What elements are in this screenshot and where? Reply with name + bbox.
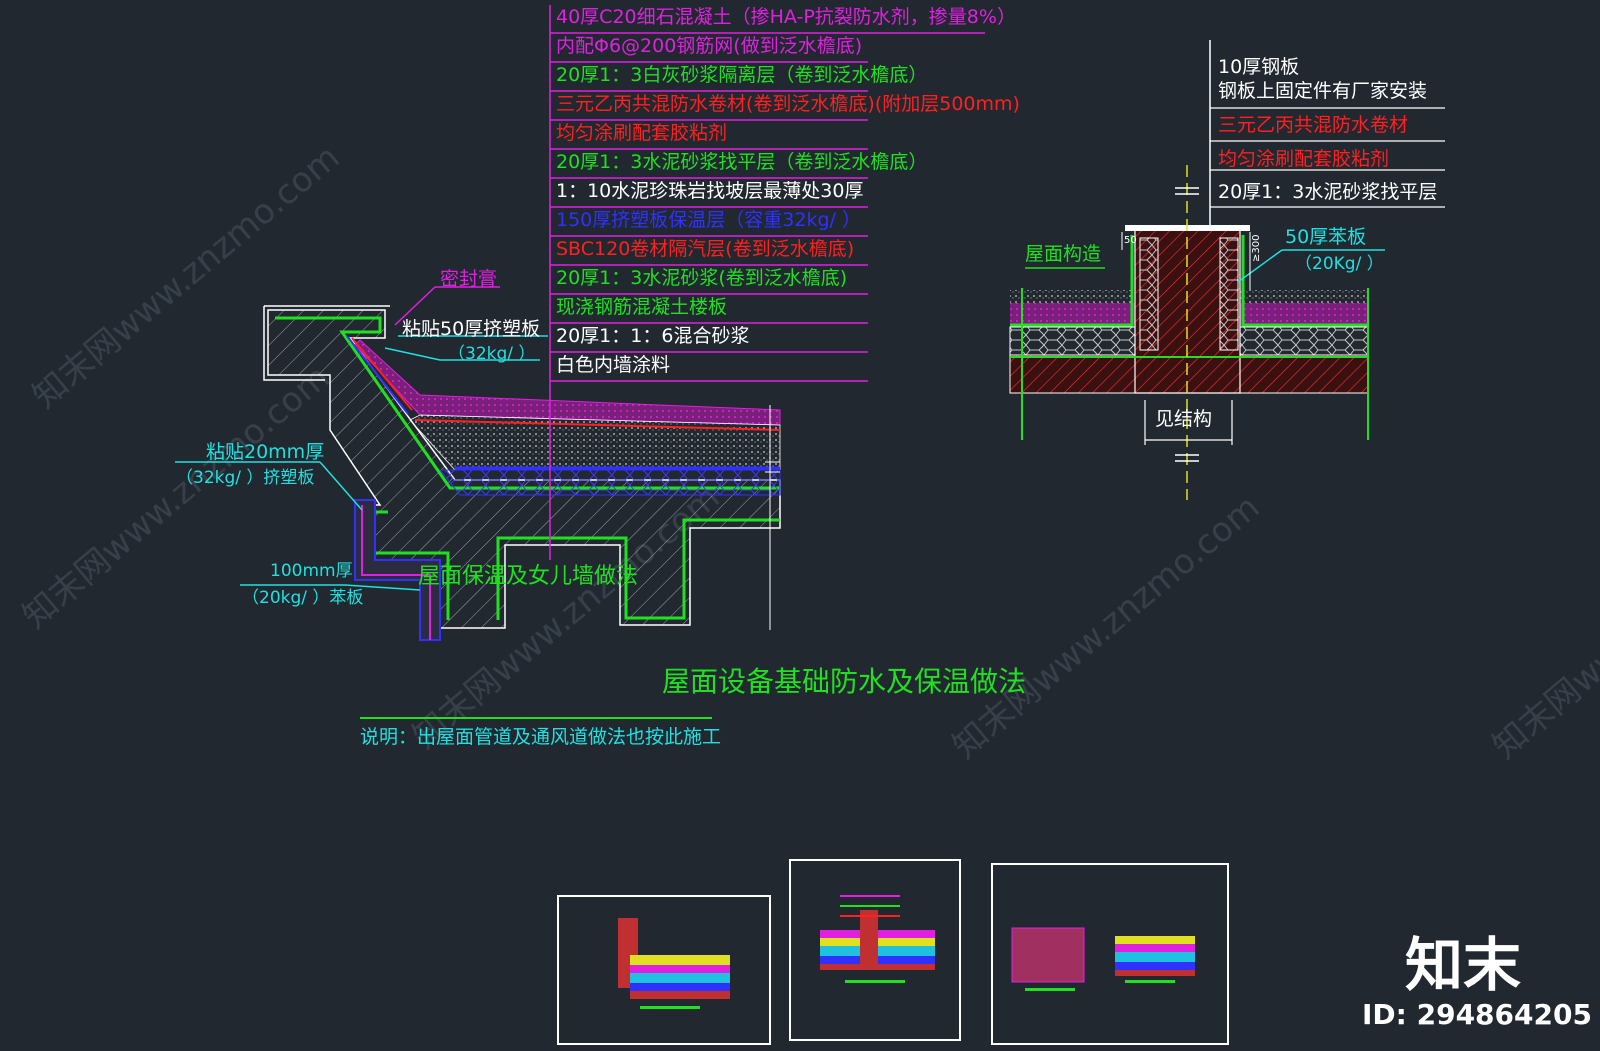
note: 说明：出屋面管道及通风道做法也按此施工 <box>360 726 722 748</box>
roof-construction-label: 屋面构造 <box>1025 243 1102 265</box>
layer-label: 20厚1：1：6混合砂浆 <box>556 325 750 347</box>
xps20-density-label: （32kg/ ）挤塑板 <box>176 468 315 488</box>
layer-label: 150厚挤塑板保温层（容重32kg/ ） <box>556 209 861 231</box>
layer-label: 白色内墙涂料 <box>556 354 671 376</box>
thumbnail-3[interactable] <box>991 863 1229 1045</box>
layer-label: 1：10水泥珍珠岩找坡层最薄处30厚 <box>556 180 864 202</box>
layer-label: 内配Φ6@200钢筋网(做到泛水檐底) <box>556 35 863 57</box>
eps50-density-label: （20Kg/ ） <box>1295 254 1384 274</box>
brand-id: ID: 294864205 <box>1362 998 1592 1031</box>
parapet-caption: 屋面保温及女儿墙做法 <box>418 564 639 589</box>
see-structure-label: 见结构 <box>1155 408 1213 430</box>
base-layer-label: 三元乙丙共混防水卷材 <box>1218 114 1409 136</box>
layer-label: 20厚1：3白灰砂浆隔离层（卷到泛水檐底） <box>556 64 928 86</box>
sealant-label: 密封膏 <box>440 268 498 290</box>
xps50-density-label: （32kg/ ） <box>448 344 536 364</box>
cad-drawing-canvas: 知末网www.znzmo.com 知末网www.znzmo.com 知末网www… <box>0 0 1600 1051</box>
thumbnail-2[interactable] <box>789 859 961 1041</box>
main-title: 屋面设备基础防水及保温做法 <box>662 665 1027 698</box>
base-layer-label: 20厚1：3水泥砂浆找平层 <box>1218 181 1438 203</box>
thumbnail-1[interactable] <box>557 895 771 1045</box>
xps20-label: 粘贴20mm厚 <box>206 441 325 463</box>
layer-label: 20厚1：3水泥砂浆(卷到泛水檐底) <box>556 267 848 289</box>
eps50-label: 50厚苯板 <box>1285 226 1367 248</box>
base-layer-label: 均匀涂刷配套胶粘剂 <box>1218 148 1390 170</box>
xps50-label: 粘贴50厚挤塑板 <box>402 318 541 340</box>
brand-logo: 知末 <box>1405 931 1522 999</box>
eps100-label: 100mm厚 <box>270 561 353 581</box>
dim-b: ≥300 <box>1251 234 1262 262</box>
base-layer-label: 钢板上固定件有厂家安装 <box>1218 80 1428 102</box>
layer-label: 现浇钢筋混凝土楼板 <box>556 296 728 318</box>
base-layer-label: 10厚钢板 <box>1218 56 1300 78</box>
layer-label: SBC120卷材隔汽层(卷到泛水檐底) <box>556 238 855 260</box>
layer-label: 三元乙丙共混防水卷材(卷到泛水檐底)(附加层500mm) <box>556 93 1020 115</box>
layer-label: 均匀涂刷配套胶粘剂 <box>556 122 728 144</box>
layer-label: 40厚C20细石混凝土（掺HA-P抗裂防水剂，掺量8%） <box>556 6 1016 28</box>
dim-a: 50 <box>1124 235 1137 246</box>
layer-label: 20厚1：3水泥砂浆找平层（卷到泛水檐底） <box>556 151 928 173</box>
eps100-density-label: （20kg/ ）苯板 <box>242 588 364 608</box>
